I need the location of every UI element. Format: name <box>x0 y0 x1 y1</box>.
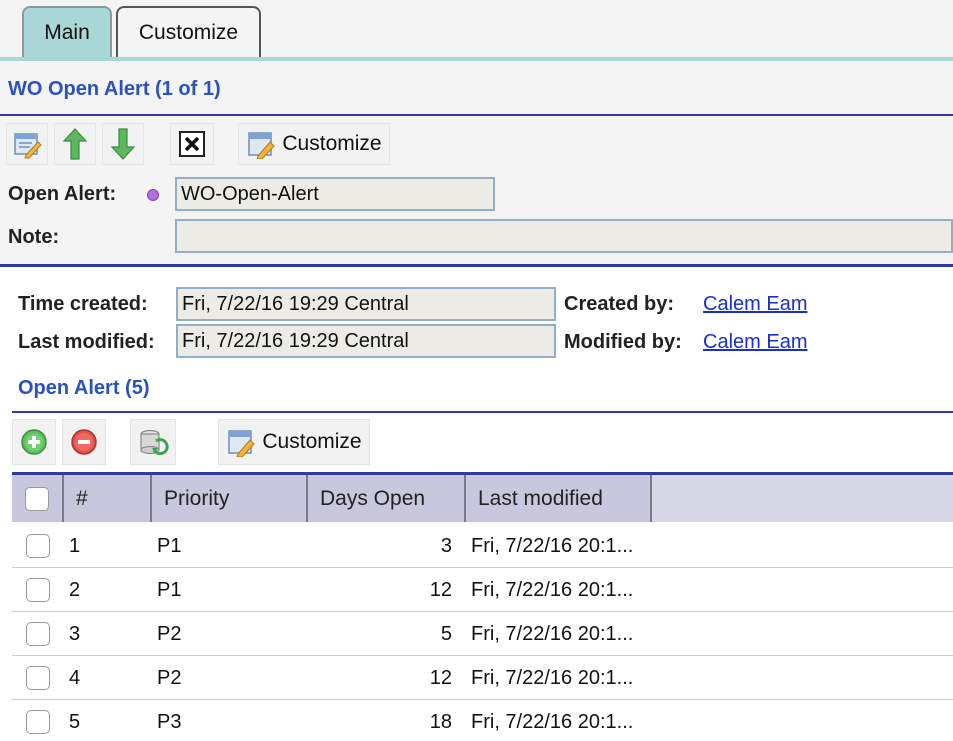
remove-icon <box>71 429 97 455</box>
row-checkbox[interactable] <box>26 710 50 734</box>
last-modified-label: Last modified: <box>18 331 155 353</box>
row-days-open: 12 <box>429 666 452 689</box>
column-header-days-open[interactable]: Days Open <box>308 475 466 522</box>
table-row[interactable]: 2 P1 12 Fri, 7/22/16 20:1... <box>12 568 953 612</box>
row-number: 5 <box>69 710 81 733</box>
refresh-button[interactable] <box>130 419 176 465</box>
table-row[interactable]: 5 P3 18 Fri, 7/22/16 20:1... <box>12 700 953 741</box>
close-button[interactable] <box>170 123 214 165</box>
row-days-open: 18 <box>429 710 452 733</box>
row-priority: P3 <box>157 710 182 733</box>
row-priority: P1 <box>157 534 182 557</box>
list-divider <box>12 411 953 413</box>
customize-label: Customize <box>282 132 382 155</box>
created-by-label: Created by: <box>564 293 675 315</box>
row-priority: P2 <box>157 622 182 645</box>
page-title: WO Open Alert (1 of 1) <box>8 78 221 100</box>
last-modified-field: Fri, 7/22/16 19:29 Central <box>176 324 556 358</box>
header-filler <box>652 475 953 522</box>
column-header-priority[interactable]: Priority <box>152 475 308 522</box>
arrow-down-icon <box>110 128 136 160</box>
modified-by-link[interactable]: Calem Eam <box>703 331 807 354</box>
row-last-modified: Fri, 7/22/16 20:1... <box>471 578 634 601</box>
close-box-icon <box>179 131 205 157</box>
table-row[interactable]: 3 P2 5 Fri, 7/22/16 20:1... <box>12 612 953 656</box>
required-indicator <box>147 189 159 201</box>
row-checkbox[interactable] <box>26 666 50 690</box>
list-title: Open Alert (5) <box>18 377 150 399</box>
row-number: 1 <box>69 534 81 557</box>
row-priority: P2 <box>157 666 182 689</box>
open-alert-field[interactable]: WO-Open-Alert <box>175 177 495 211</box>
column-header-number[interactable]: # <box>64 475 152 522</box>
row-last-modified: Fri, 7/22/16 20:1... <box>471 534 634 557</box>
row-last-modified: Fri, 7/22/16 20:1... <box>471 622 634 645</box>
time-created-field: Fri, 7/22/16 19:29 Central <box>176 287 556 321</box>
time-created-label: Time created: <box>18 293 148 315</box>
row-checkbox[interactable] <box>26 534 50 558</box>
row-priority: P1 <box>157 578 182 601</box>
tab-customize[interactable]: Customize <box>116 6 261 62</box>
modified-by-label: Modified by: <box>564 331 682 353</box>
table-header: # Priority Days Open Last modified <box>12 472 953 522</box>
note-field[interactable] <box>175 219 953 253</box>
arrow-up-icon <box>62 128 88 160</box>
created-by-link[interactable]: Calem Eam <box>703 293 807 316</box>
select-all-checkbox[interactable] <box>25 486 49 511</box>
move-up-button[interactable] <box>54 123 96 165</box>
row-checkbox[interactable] <box>26 622 50 646</box>
column-header-last-modified[interactable]: Last modified <box>466 475 652 522</box>
list-customize-label: Customize <box>262 430 362 453</box>
add-icon <box>21 429 47 455</box>
row-last-modified: Fri, 7/22/16 20:1... <box>471 666 634 689</box>
refresh-icon <box>140 429 169 456</box>
title-divider <box>0 114 953 116</box>
tab-bar: Main Customize <box>0 0 953 62</box>
row-days-open: 5 <box>440 622 452 645</box>
customize-button[interactable]: Customize <box>238 123 390 165</box>
list-customize-button[interactable]: Customize <box>218 419 370 465</box>
row-days-open: 3 <box>440 534 452 557</box>
customize-icon <box>228 430 256 457</box>
tab-main[interactable]: Main <box>22 6 112 62</box>
select-all-column <box>12 475 64 522</box>
move-down-button[interactable] <box>102 123 144 165</box>
row-number: 3 <box>69 622 81 645</box>
remove-row-button[interactable] <box>62 419 106 465</box>
edit-button[interactable] <box>6 123 48 165</box>
row-number: 2 <box>69 578 81 601</box>
section-divider <box>0 264 953 267</box>
row-last-modified: Fri, 7/22/16 20:1... <box>471 710 634 733</box>
table-row[interactable]: 4 P2 12 Fri, 7/22/16 20:1... <box>12 656 953 700</box>
row-days-open: 12 <box>429 578 452 601</box>
customize-icon <box>248 132 276 159</box>
table-row[interactable]: 1 P1 3 Fri, 7/22/16 20:1... <box>12 524 953 568</box>
open-alert-label: Open Alert: <box>8 183 117 205</box>
add-row-button[interactable] <box>12 419 56 465</box>
note-label: Note: <box>8 226 60 248</box>
row-number: 4 <box>69 666 81 689</box>
row-checkbox[interactable] <box>26 578 50 602</box>
edit-icon <box>14 133 42 159</box>
